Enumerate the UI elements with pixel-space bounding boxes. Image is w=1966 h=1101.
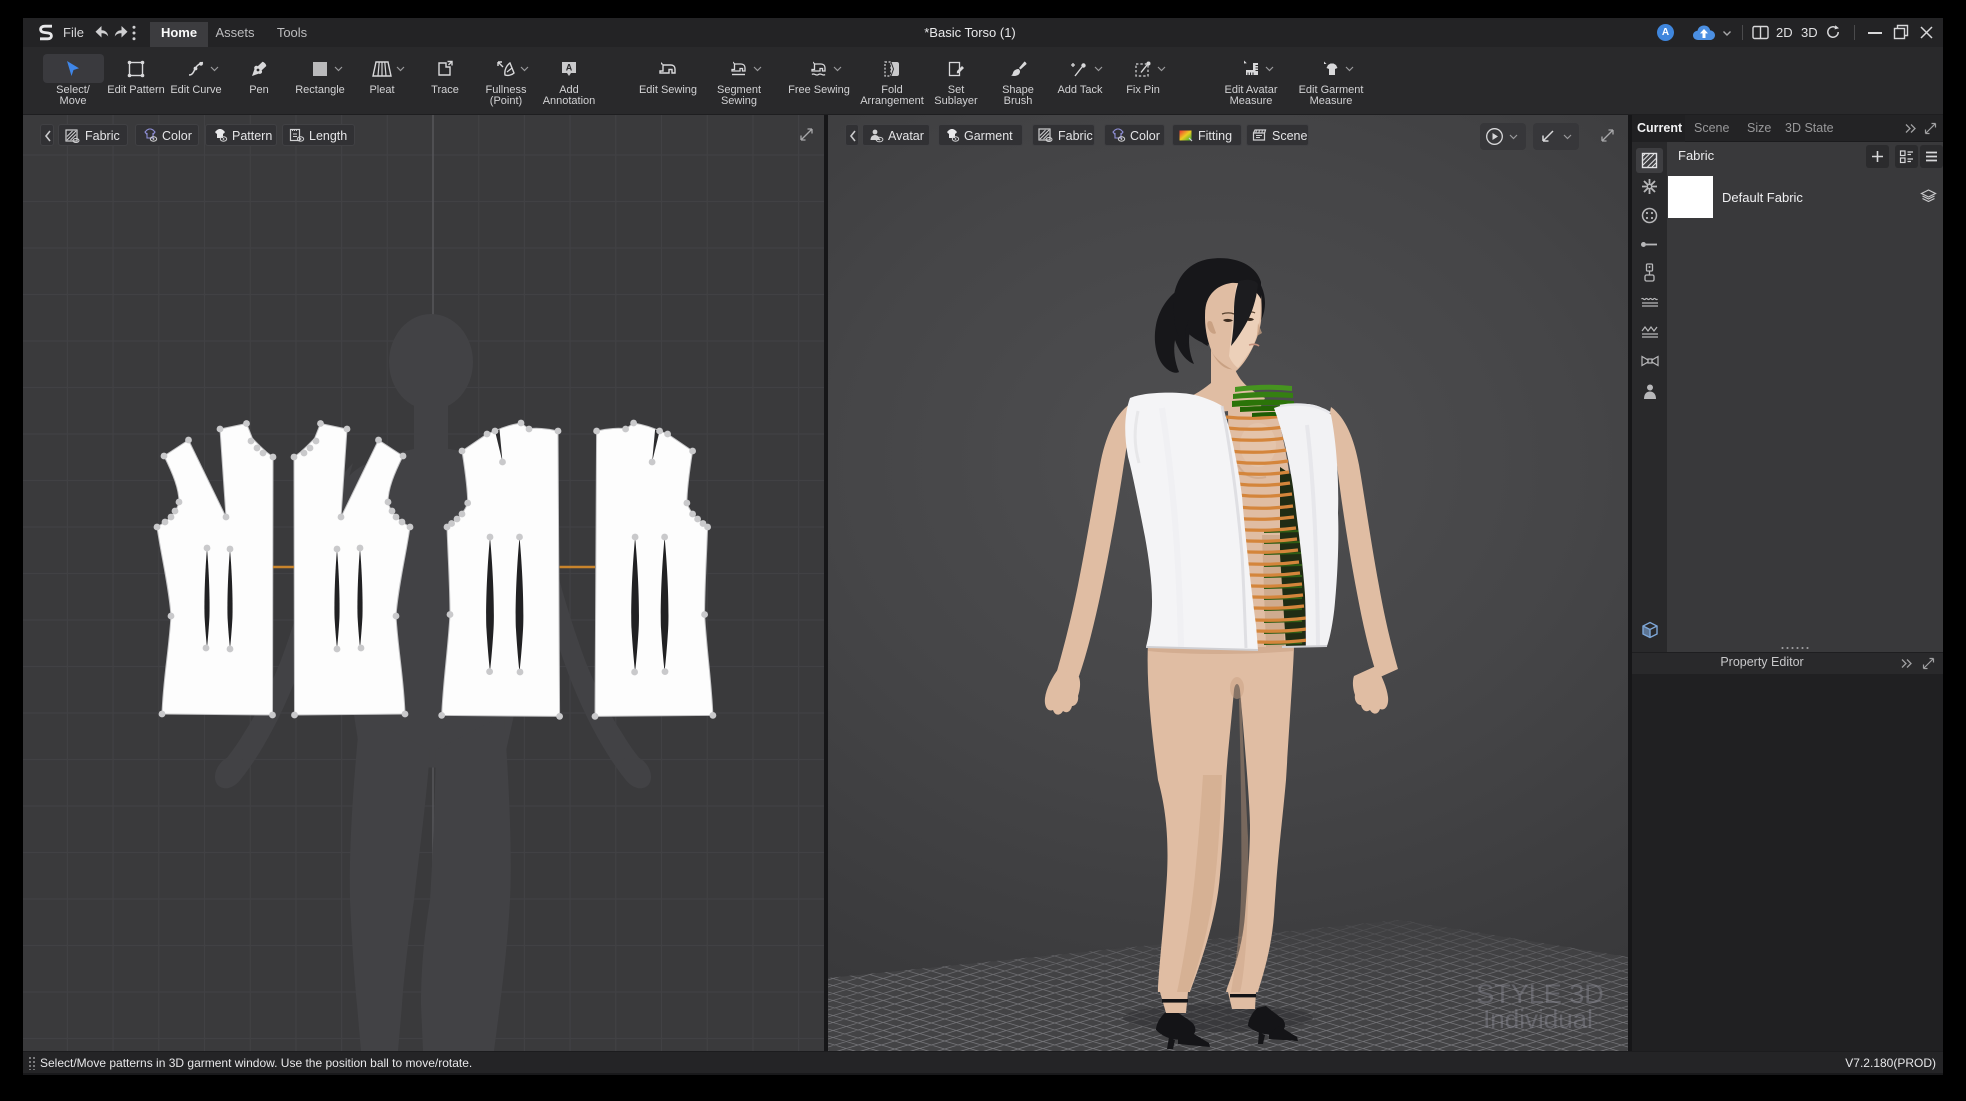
svg-text:A: A [566,63,573,73]
svg-text:Individual: Individual [1483,1004,1593,1034]
